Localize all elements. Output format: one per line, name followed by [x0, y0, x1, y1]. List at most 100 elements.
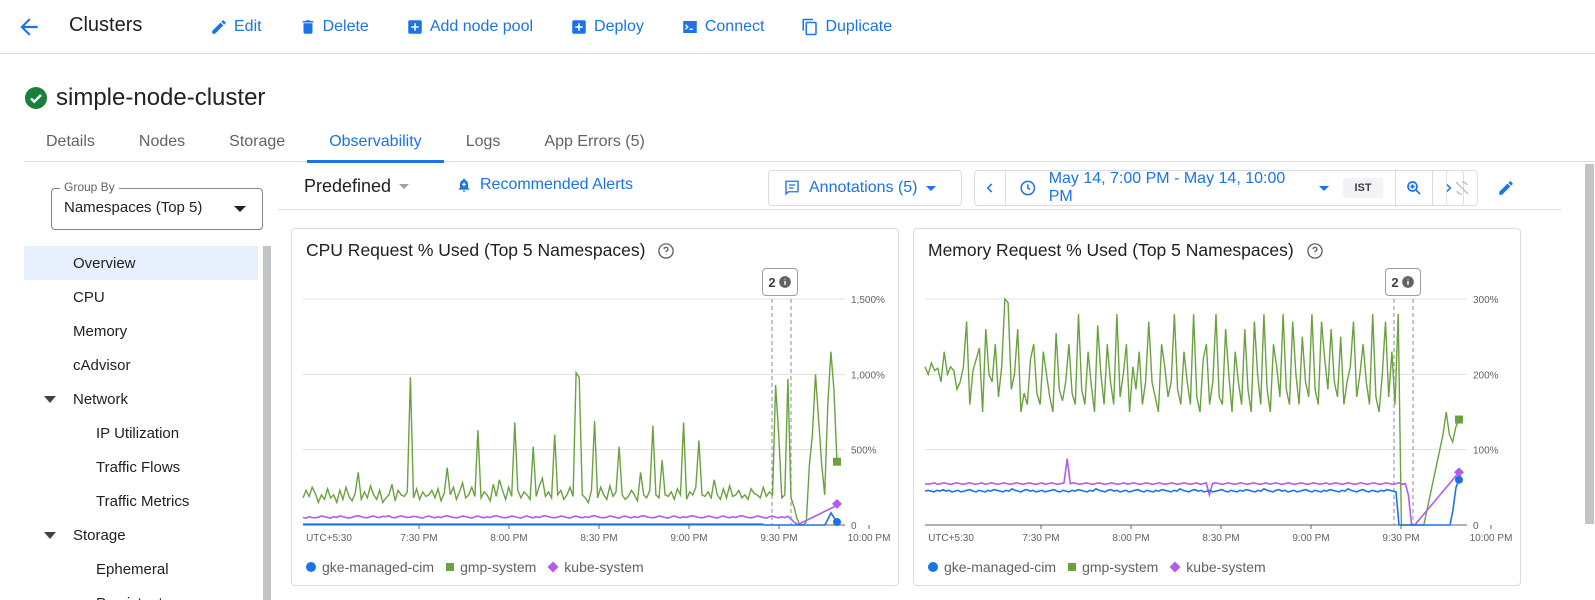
predefined-dropdown[interactable]: Predefined: [304, 176, 410, 197]
deploy-button[interactable]: Deploy: [570, 16, 644, 38]
group-by-label: Group By: [60, 180, 119, 194]
y-tick-label: 500%: [851, 446, 877, 457]
y-tick-label: 0: [851, 521, 857, 532]
expand-triangle-icon[interactable]: [44, 395, 56, 403]
legend-marker: [1068, 563, 1077, 571]
sidebar-item-cpu[interactable]: CPU: [24, 280, 258, 314]
delete-label: Delete: [322, 18, 369, 35]
sidebar-item-cadvisor[interactable]: cAdvisor: [24, 348, 258, 382]
add-node-pool-label: Add node pool: [429, 18, 534, 35]
sidebar-scrollbar[interactable]: [263, 246, 271, 600]
legend-label: kube-system: [1186, 559, 1266, 575]
copy-icon: [802, 18, 818, 36]
legend-marker: [446, 563, 455, 571]
legend-item[interactable]: gke-managed-cim: [306, 559, 434, 575]
tab-storage[interactable]: Storage: [207, 122, 307, 162]
dropdown-caret-icon: [925, 185, 936, 191]
back-arrow-icon[interactable]: [16, 14, 42, 40]
legend-label: gke-managed-cim: [944, 559, 1057, 575]
page-title: Clusters: [69, 14, 143, 36]
info-icon: [1401, 276, 1414, 288]
recommended-alerts-label: Recommended Alerts: [480, 176, 633, 193]
x-tick-label: 7:30 PM: [1022, 533, 1059, 544]
series-line-kube-system: [302, 503, 838, 526]
add-box-icon: [408, 20, 422, 34]
legend-item[interactable]: kube-system: [547, 559, 644, 575]
legend-label: gmp-system: [460, 559, 537, 575]
y-tick-label: 100%: [1473, 446, 1499, 457]
tab-details[interactable]: Details: [24, 122, 117, 162]
pencil-icon: [1499, 181, 1513, 195]
x-tick-label: 8:00 PM: [1112, 533, 1149, 544]
legend-item[interactable]: gmp-system: [1068, 559, 1158, 575]
series-line-gmp-system: [302, 351, 838, 526]
timezone-badge: IST: [1343, 178, 1383, 198]
legend-item[interactable]: kube-system: [1169, 559, 1266, 575]
sidebar-item-storage[interactable]: Storage: [24, 518, 258, 552]
memory-chart-plot[interactable]: 0 100% 200% 300% UTC+5:30 7:30 PM 8:00 PM 8:30 …: [914, 229, 1522, 559]
x-tick-label: 9:30 PM: [1382, 533, 1419, 544]
time-range-dropdown[interactable]: May 14, 7:00 PM - May 14, 10:00 PM: [1019, 170, 1329, 205]
main-scrollbar[interactable]: [1585, 164, 1594, 524]
zoom-button[interactable]: [1396, 171, 1432, 205]
group-by-select[interactable]: Group By Namespaces (Top 5): [51, 180, 263, 230]
annotation-count: 2: [1391, 274, 1399, 290]
legend-label: gmp-system: [1082, 559, 1159, 575]
sidebar-item-traffic-metrics[interactable]: Traffic Metrics: [24, 484, 258, 518]
edit-dashboard-button[interactable]: [1490, 170, 1522, 206]
delete-button[interactable]: Delete: [299, 16, 369, 38]
annotations-button[interactable]: Annotations (5): [768, 170, 962, 206]
memory-chart-card: Memory Request % Used (Top 5 Namespaces)…: [913, 228, 1521, 586]
annotations-label: Annotations (5): [809, 179, 918, 196]
sync-off-button[interactable]: [1446, 170, 1478, 206]
y-tick-label: 0: [1473, 521, 1479, 532]
bell-plus-icon: [458, 178, 470, 192]
duplicate-label: Duplicate: [825, 18, 893, 35]
pencil-icon: [212, 20, 226, 34]
duplicate-button[interactable]: Duplicate: [801, 16, 892, 38]
x-tick-label: 9:30 PM: [760, 533, 797, 544]
legend-item[interactable]: gke-managed-cim: [928, 559, 1056, 575]
dropdown-caret-icon: [234, 206, 246, 212]
tab-bar: Details Nodes Storage Observability Logs…: [24, 122, 1595, 163]
sidebar-item-network-label: Network: [73, 390, 129, 408]
connect-button[interactable]: Connect: [681, 16, 765, 38]
legend-marker: [547, 561, 559, 573]
tab-observability[interactable]: Observability: [307, 122, 445, 163]
trash-icon: [302, 20, 313, 34]
tab-nodes[interactable]: Nodes: [117, 122, 207, 162]
sidebar-item-ephemeral[interactable]: Ephemeral: [24, 552, 258, 586]
cluster-header: simple-node-cluster: [24, 84, 265, 112]
y-tick-label: 200%: [1473, 370, 1499, 381]
deploy-label: Deploy: [594, 18, 644, 35]
sidebar-item-persistent[interactable]: Persistent: [24, 586, 258, 600]
annotation-badge[interactable]: 2: [1385, 268, 1421, 296]
notes-icon: [785, 180, 799, 196]
cpu-chart-plot[interactable]: 0 500% 1,000% 1,500% UTC+5:30 7:30 PM 8:00 PM 8…: [292, 229, 900, 559]
legend-marker: [1169, 561, 1181, 573]
zoom-icon: [1407, 181, 1421, 195]
sidebar-item-overview[interactable]: Overview: [24, 246, 258, 280]
prev-range-button[interactable]: [975, 171, 1005, 205]
add-node-pool-button[interactable]: Add node pool: [406, 16, 533, 38]
time-range-picker: May 14, 7:00 PM - May 14, 10:00 PM IST: [974, 170, 1464, 206]
tab-app-errors[interactable]: App Errors (5): [522, 122, 666, 162]
tab-logs[interactable]: Logs: [444, 122, 523, 162]
connect-label: Connect: [704, 18, 765, 35]
x-tick-label: 10:00 PM: [1470, 533, 1513, 544]
recommended-alerts-button[interactable]: Recommended Alerts: [456, 176, 633, 194]
sidebar-item-traffic-flows[interactable]: Traffic Flows: [24, 450, 258, 484]
top-toolbar: Clusters Edit Delete Add node pool Deplo…: [0, 0, 1595, 54]
time-range-label: May 14, 7:00 PM - May 14, 10:00 PM: [1048, 170, 1286, 205]
sidebar-item-memory[interactable]: Memory: [24, 314, 258, 348]
annotation-badge[interactable]: 2: [762, 268, 798, 296]
expand-triangle-icon[interactable]: [44, 531, 56, 539]
x-tick-label: UTC+5:30: [928, 533, 974, 544]
legend-item[interactable]: gmp-system: [446, 559, 536, 575]
edit-button[interactable]: Edit: [210, 16, 262, 38]
legend-marker: [928, 562, 938, 572]
sidebar-item-network[interactable]: Network: [24, 382, 258, 416]
x-tick-label: UTC+5:30: [306, 533, 352, 544]
sidebar-item-ip-utilization[interactable]: IP Utilization: [24, 416, 258, 450]
info-icon: [778, 276, 791, 288]
